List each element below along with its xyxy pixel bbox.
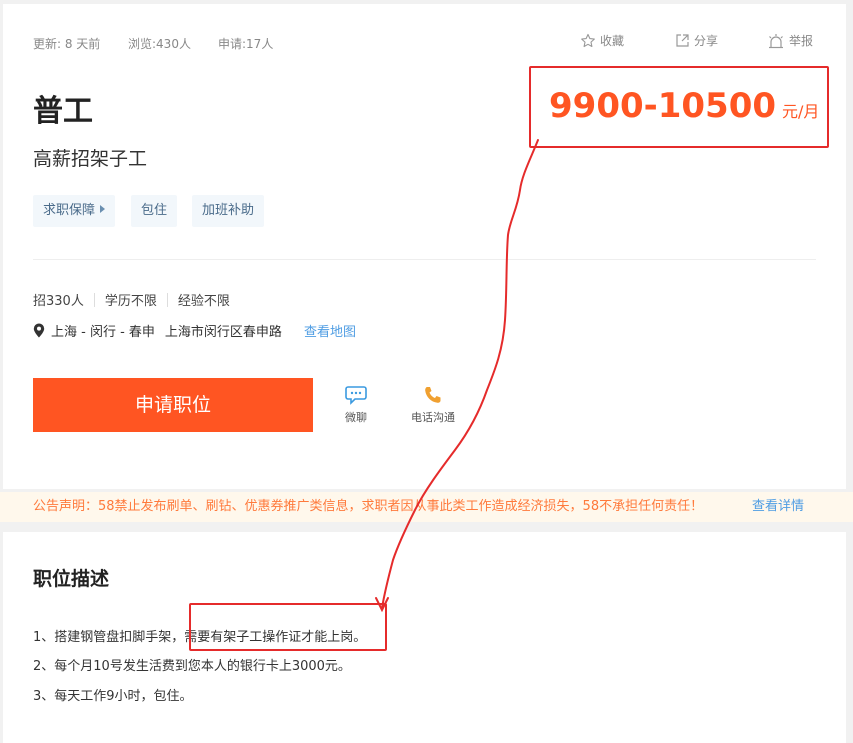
chat-label: 微聊 <box>345 411 367 424</box>
view-map-link[interactable]: 查看地图 <box>304 321 356 340</box>
caret-right-icon <box>100 205 106 213</box>
tag-housing: 包住 <box>131 195 178 227</box>
job-title: 普工 <box>33 94 93 129</box>
favorite-label: 收藏 <box>600 34 625 48</box>
location-address: 上海市闵行区春申路 <box>164 325 282 340</box>
share-button[interactable]: 分享 <box>675 32 718 49</box>
tag-overtime-subsidy: 加班补助 <box>192 195 265 227</box>
notice-text: 公告声明：58禁止发布刷单、刷钻、优惠券推广类信息，求职者因从事此类工作造成经济… <box>33 499 704 514</box>
location-area: 上海 - 闵行 - 春申 <box>51 325 155 340</box>
apply-count: 申请:17人 <box>218 37 274 51</box>
report-label: 举报 <box>789 34 814 48</box>
phone-icon <box>425 387 441 403</box>
headcount: 招330人 <box>33 294 84 309</box>
phone-button[interactable]: 电话沟通 <box>411 385 455 425</box>
tag-label: 包住 <box>141 203 168 218</box>
separator <box>93 292 95 307</box>
chat-button[interactable]: 微聊 <box>345 385 367 425</box>
divider <box>33 259 816 260</box>
description-text: 1、搭建钢管盘扣脚手架， <box>33 630 185 645</box>
tag-job-guarantee[interactable]: 求职保障 <box>33 195 116 227</box>
requirements-row: 招330人 学历不限 经验不限 <box>33 290 230 309</box>
notice-bar: 公告声明：58禁止发布刷单、刷钻、优惠券推广类信息，求职者因从事此类工作造成经济… <box>0 492 853 522</box>
job-subtitle: 高薪招架子工 <box>33 148 148 170</box>
alarm-icon <box>769 33 783 48</box>
requirement-highlight-box <box>189 603 387 651</box>
tag-label: 加班补助 <box>202 203 255 218</box>
description-line-2: 2、每个月10号发生活费到您本人的银行卡上3000元。 <box>33 659 351 674</box>
salary-highlight-box <box>529 66 829 148</box>
experience: 经验不限 <box>177 294 230 309</box>
education: 学历不限 <box>104 294 157 309</box>
view-count: 浏览:430人 <box>128 37 191 51</box>
share-icon <box>676 34 689 47</box>
updated-time: 更新: 8 天前 <box>33 37 101 51</box>
phone-label: 电话沟通 <box>411 411 455 424</box>
section-title: 职位描述 <box>33 568 110 590</box>
star-icon <box>581 33 595 47</box>
tag-label: 求职保障 <box>43 203 96 218</box>
separator <box>166 292 168 307</box>
chat-icon <box>345 386 367 405</box>
notice-details-link[interactable]: 查看详情 <box>752 492 804 522</box>
report-button[interactable]: 举报 <box>767 32 813 49</box>
location-row: 上海 - 闵行 - 春申 上海市闵行区春申路 查看地图 <box>33 321 356 340</box>
description-line-3: 3、每天工作9小时，包住。 <box>33 689 193 704</box>
share-label: 分享 <box>694 34 719 48</box>
favorite-button[interactable]: 收藏 <box>580 32 624 49</box>
location-pin-icon <box>33 323 45 338</box>
apply-button[interactable]: 申请职位 <box>33 378 313 432</box>
